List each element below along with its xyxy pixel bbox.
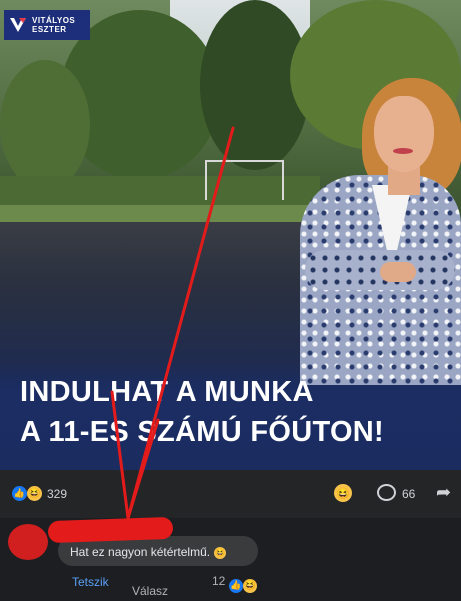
- laugh-emoji-icon: 😆: [214, 546, 227, 559]
- haha-icon[interactable]: 😆: [27, 486, 42, 501]
- comment-reaction-number: 12: [212, 574, 226, 588]
- like-icon[interactable]: 👍: [12, 486, 27, 501]
- comment-icon[interactable]: [377, 484, 396, 501]
- logo-v-icon: [10, 18, 26, 32]
- logo-line2: ESZTER: [32, 25, 67, 34]
- comment-like-button[interactable]: Tetszik: [72, 574, 110, 590]
- tree: [0, 60, 90, 190]
- haha-react-button[interactable]: 😆: [334, 484, 352, 502]
- post-headline: INDULHAT A MUNKA A 11-ES SZÁMÚ FŐÚTON!: [20, 372, 384, 452]
- goal-frame: [205, 160, 284, 200]
- redaction-mark: [47, 516, 174, 544]
- comment-haha-icon: 😆: [242, 578, 257, 593]
- grass: [0, 205, 330, 223]
- person-hand: [380, 262, 416, 282]
- headline-line2: A 11-ES SZÁMÚ FŐÚTON!: [20, 416, 384, 448]
- comment-reaction-count[interactable]: 12 👍 😆: [212, 574, 257, 593]
- comment-text: Hat ez nagyon kétértelmű. 😆: [70, 545, 227, 559]
- person-lips: [393, 148, 413, 154]
- post-image[interactable]: VITÁLYOS ESZTER INDULHAT A MUNKA A 11-ES…: [0, 0, 461, 470]
- campaign-logo: VITÁLYOS ESZTER: [4, 10, 90, 40]
- comment-reply-button[interactable]: Válasz: [132, 584, 168, 598]
- share-icon[interactable]: ➦: [436, 483, 451, 501]
- logo-line1: VITÁLYOS: [32, 16, 76, 25]
- avatar[interactable]: [8, 524, 48, 560]
- headline-line1: INDULHAT A MUNKA: [20, 376, 314, 408]
- comment-like-icon: 👍: [228, 578, 243, 593]
- person-face: [374, 96, 434, 172]
- comment-body: Hat ez nagyon kétértelmű.: [70, 545, 211, 559]
- comment-count[interactable]: 66: [402, 487, 415, 501]
- reaction-count[interactable]: 329: [47, 487, 67, 501]
- logo-text: VITÁLYOS ESZTER: [32, 16, 75, 34]
